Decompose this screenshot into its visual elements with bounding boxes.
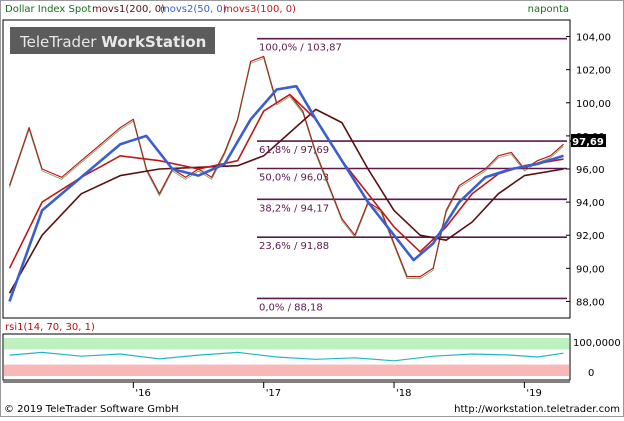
rsi-tick-top: 100,0000 bbox=[573, 338, 621, 349]
y-tick-label: 88,00 bbox=[576, 297, 605, 308]
watermark: TeleTrader WorkStation bbox=[19, 33, 206, 51]
y-tick-label: 90,00 bbox=[576, 264, 605, 275]
fib-label: 50,0% / 96,03 bbox=[259, 173, 329, 184]
x-tick-label: '18 bbox=[396, 388, 411, 399]
watermark-brand: TeleTrader bbox=[19, 33, 97, 51]
y-tick-label: 102,00 bbox=[576, 66, 611, 77]
indicator-label-movs2: movs2(50, 0) bbox=[160, 4, 227, 15]
fib-label: 23,6% / 91,88 bbox=[259, 241, 329, 252]
last-price-value: 97,69 bbox=[572, 137, 604, 148]
fib-label: 0,0% / 88,18 bbox=[259, 302, 323, 313]
y-tick-label: 92,00 bbox=[576, 231, 605, 242]
y-tick-label: 94,00 bbox=[576, 198, 605, 209]
y-tick-label: 100,00 bbox=[576, 99, 611, 110]
chart-canvas: Dollar Index Spot movs1(200, 0) movs2(50… bbox=[0, 0, 624, 417]
x-tick-label: '16 bbox=[135, 388, 150, 399]
fib-label: 100,0% / 103,87 bbox=[259, 43, 342, 54]
rsi-overbought-band bbox=[4, 338, 569, 350]
watermark-product: WorkStation bbox=[101, 33, 206, 51]
chart-window: Dollar Index Spot movs1(200, 0) movs2(50… bbox=[0, 0, 624, 417]
copyright-text: © 2019 TeleTrader Software GmbH bbox=[4, 404, 179, 415]
rsi-tick-bottom: 0 bbox=[588, 368, 594, 379]
y-tick-label: 104,00 bbox=[576, 33, 611, 44]
indicator-label-movs1: movs1(200, 0) bbox=[92, 4, 165, 15]
rsi-label: rsi1(14, 70, 30, 1) bbox=[5, 322, 95, 333]
y-tick-label: 96,00 bbox=[576, 165, 605, 176]
indicator-label-movs3: movs3(100, 0) bbox=[223, 4, 296, 15]
x-tick-label: '17 bbox=[266, 388, 281, 399]
last-price-marker: 97,69 bbox=[570, 134, 606, 148]
footer-url[interactable]: http://workstation.teletrader.com bbox=[454, 404, 620, 415]
rsi-oversold-band bbox=[4, 364, 569, 376]
fib-label: 38,2% / 94,17 bbox=[259, 203, 329, 214]
instrument-label: Dollar Index Spot bbox=[5, 4, 91, 15]
x-tick-label: '19 bbox=[526, 388, 541, 399]
frequency-label: naponta bbox=[528, 4, 569, 15]
